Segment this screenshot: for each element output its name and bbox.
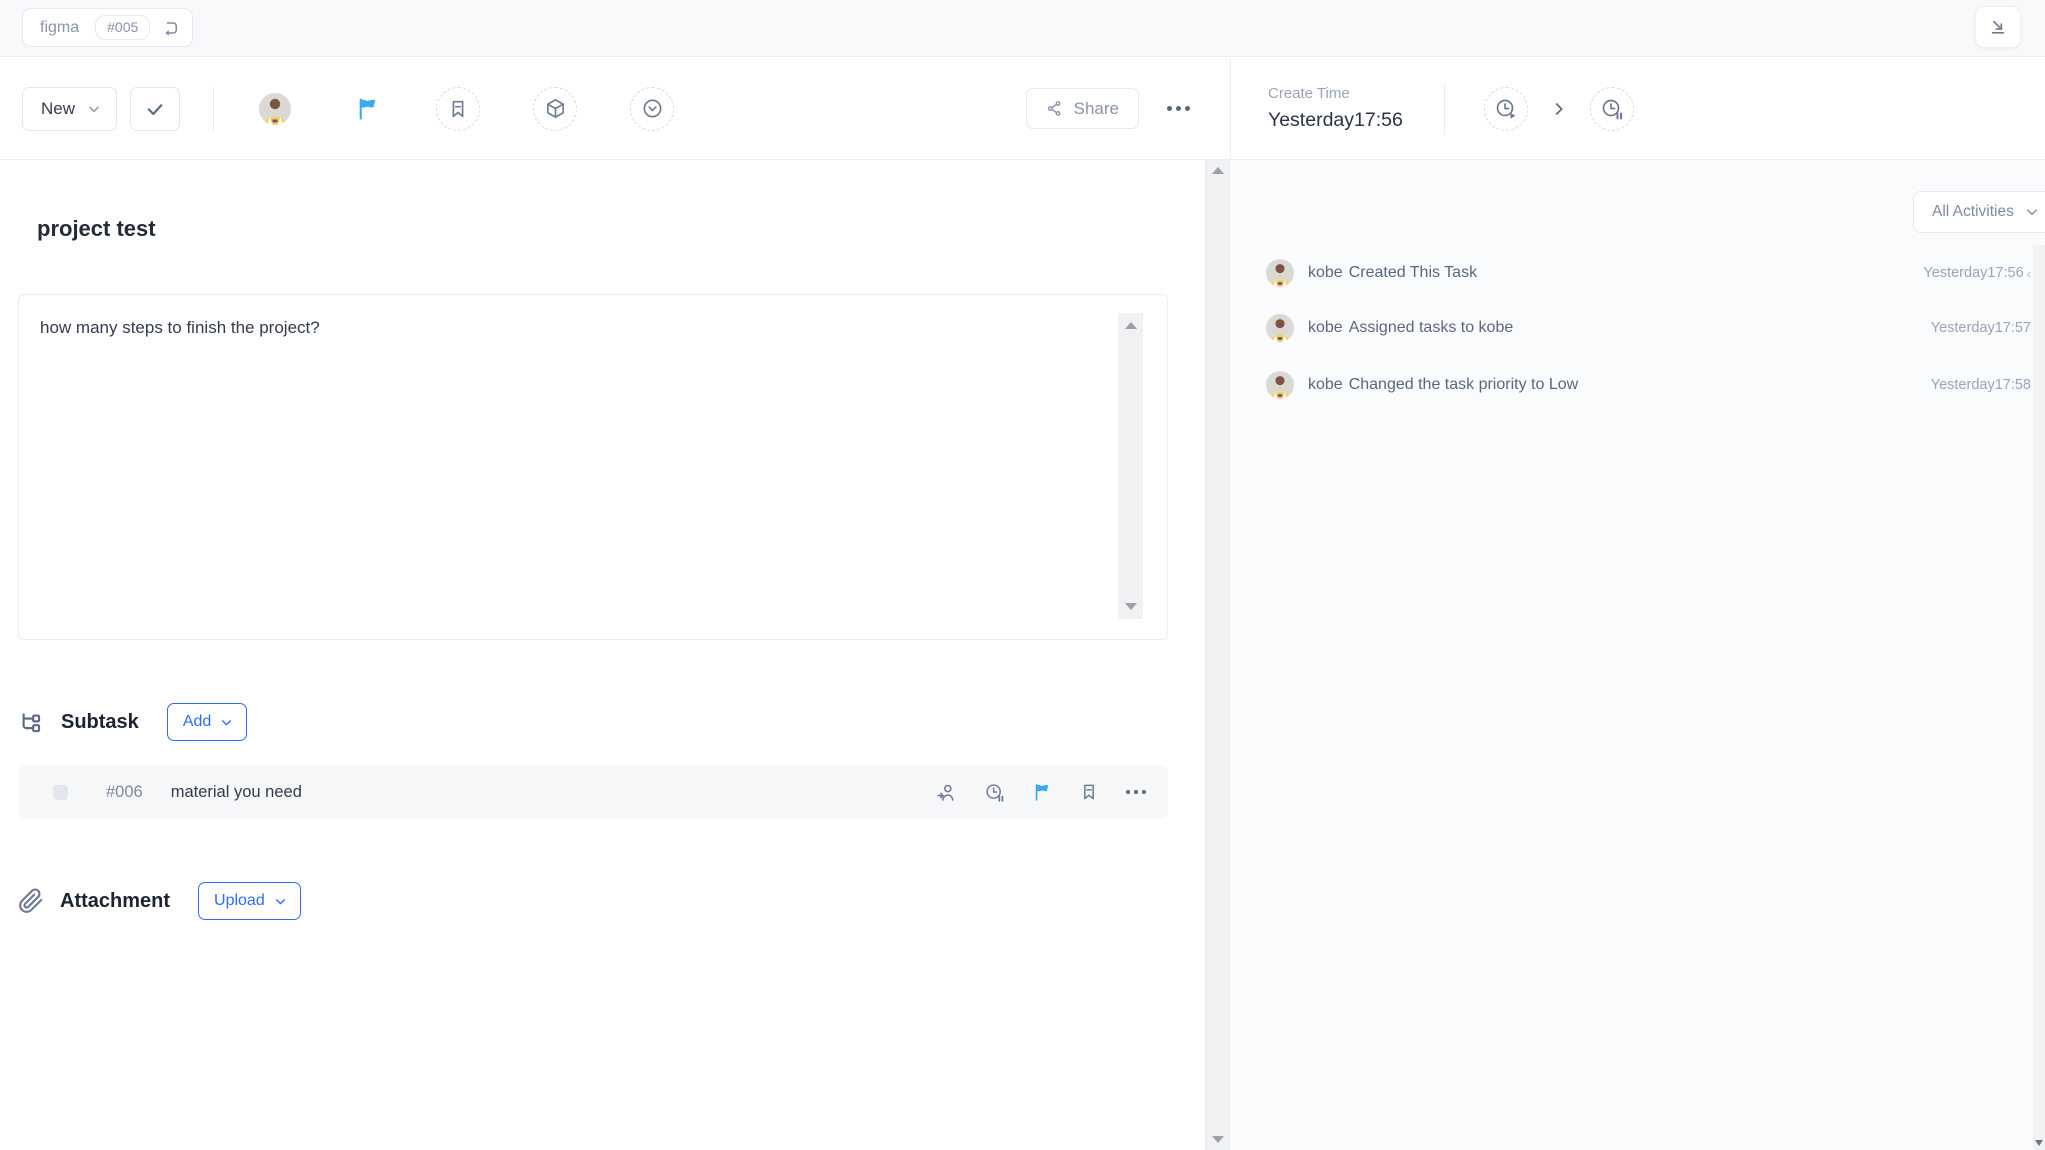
start-time-button[interactable] [1484,87,1528,131]
more-dots-icon[interactable] [1126,790,1146,794]
tag-bookmark-icon [447,98,469,120]
activity-action: Created This Task [1349,264,1477,281]
copy-icon[interactable] [160,18,180,38]
subtask-row[interactable]: #006 material you need [18,766,1168,818]
schedule-circle-icon [641,97,664,120]
due-time-clock-icon[interactable] [984,782,1005,803]
breadcrumb: figma #005 [22,8,193,47]
attachment-paperclip-icon [18,888,44,914]
more-options-button[interactable] [1163,98,1194,119]
tag-button[interactable] [436,87,480,131]
share-button[interactable]: Share [1026,88,1139,129]
tag-bookmark-icon[interactable] [1079,782,1099,802]
header-divider [1444,83,1445,135]
subtask-heading: Subtask [61,711,139,734]
upload-attachment-button[interactable]: Upload [198,882,301,920]
task-id-badge: #005 [95,15,150,40]
status-label: New [41,99,75,119]
task-toolbar: New [0,58,1230,160]
activity-item: kobe Created This Task Yesterday17:56 ‹ [1266,258,2031,288]
scroll-down-arrow-icon[interactable] [1212,1136,1224,1143]
attachment-section-header: Attachment Upload [18,882,301,920]
activity-filter-dropdown[interactable]: All Activities [1913,191,2045,233]
activity-action: Changed the task priority to Low [1349,376,1578,393]
subtask-id: #006 [106,783,143,802]
task-title[interactable]: project test [37,216,156,242]
collapse-button[interactable] [1975,6,2021,48]
share-icon [1046,100,1063,117]
subtask-checkbox[interactable] [53,785,68,800]
avatar [1266,371,1294,399]
scroll-down-arrow-icon[interactable] [1125,603,1137,610]
topbar: figma #005 [0,0,2045,57]
subtask-title[interactable]: material you need [171,783,302,802]
activity-item: kobe Changed the task priority to Low Yes… [1266,370,2031,400]
activity-filter-label: All Activities [1932,203,2014,221]
content-scrollbar[interactable] [1205,160,1230,1150]
activity-hover-indicator: ‹ [2027,266,2031,281]
assign-person-icon[interactable] [936,782,957,803]
task-detail-window: figma #005 New [0,0,2045,1150]
activity-time: Yesterday17:56 [1923,265,2023,281]
share-label: Share [1074,99,1119,119]
create-time-value: Yesterday17:56 [1268,109,1404,132]
create-time-label: Create Time [1268,85,1404,102]
schedule-button[interactable] [630,87,674,131]
scroll-up-arrow-icon[interactable] [1125,322,1137,329]
storypoint-button[interactable] [533,87,577,131]
description-scrollbar[interactable] [1118,313,1143,619]
activity-user: kobe [1308,264,1343,281]
activity-time: Yesterday17:58 [1931,377,2031,393]
activity-panel: All Activities kobe Created This Task Yes… [1230,160,2045,1150]
assignee-avatar[interactable] [259,93,291,125]
activity-user: kobe [1308,319,1343,336]
add-subtask-button[interactable]: Add [167,703,247,741]
task-content: project test how many steps to finish th… [0,160,1205,1150]
storypoint-cube-icon [544,97,567,120]
description-field[interactable]: how many steps to finish the project? [18,294,1168,640]
due-time-clock-icon [1600,97,1624,121]
activity-scrollbar[interactable] [2033,245,2045,1150]
chevron-down-icon [87,102,101,116]
complete-task-button[interactable] [130,87,180,131]
chevron-down-icon [2025,205,2039,219]
due-time-button[interactable] [1590,87,1634,131]
subtask-section-header: Subtask Add [18,703,247,741]
chevron-down-icon [274,895,287,908]
chevron-right-icon [1551,101,1567,117]
avatar [1266,314,1294,342]
status-dropdown[interactable]: New [22,87,117,131]
subtask-tree-icon [18,709,45,736]
start-time-clock-icon [1494,97,1518,121]
scroll-down-arrow-icon[interactable] [2035,1140,2043,1146]
activity-time: Yesterday17:57 [1931,320,2031,336]
activity-item: kobe Assigned tasks to kobe Yesterday17:5… [1266,313,2031,343]
avatar [1266,259,1294,287]
add-label: Add [183,713,211,731]
check-icon [145,99,165,119]
activity-user: kobe [1308,376,1343,393]
activity-action: Assigned tasks to kobe [1349,319,1514,336]
priority-flag-icon[interactable] [355,96,380,121]
priority-flag-icon[interactable] [1032,782,1052,802]
toolbar-divider [213,87,214,131]
scroll-up-arrow-icon[interactable] [1212,167,1224,174]
create-time-header: Create Time Yesterday17:56 [1230,58,2045,160]
more-dots-icon [1167,106,1172,111]
upload-label: Upload [214,892,265,910]
attachment-heading: Attachment [60,890,170,913]
breadcrumb-project[interactable]: figma [40,19,79,37]
chevron-down-icon [220,716,233,729]
description-text: how many steps to finish the project? [19,295,1167,341]
